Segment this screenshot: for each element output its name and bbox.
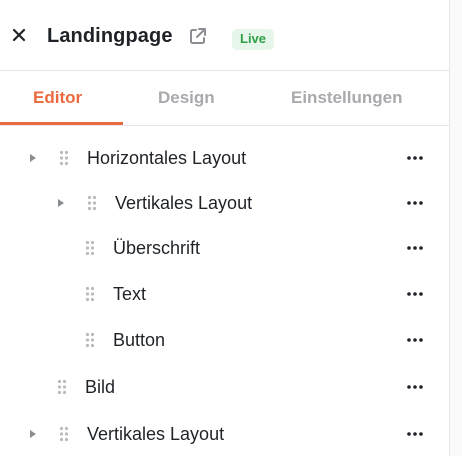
tree-item-label: Button bbox=[113, 330, 166, 350]
tree-item[interactable]: Horizontales Layout bbox=[0, 138, 449, 178]
more-options-icon[interactable] bbox=[405, 333, 425, 347]
tree-item[interactable]: Vertikales Layout bbox=[0, 414, 449, 454]
tree-item-label: Text bbox=[113, 284, 147, 304]
expand-caret-icon[interactable] bbox=[28, 152, 38, 164]
more-options-icon[interactable] bbox=[405, 380, 425, 394]
more-options-icon[interactable] bbox=[405, 151, 425, 165]
page-title: Landingpage bbox=[47, 25, 173, 47]
more-options-icon[interactable] bbox=[405, 241, 425, 255]
drag-handle-icon[interactable] bbox=[87, 195, 97, 211]
tree-item-label: Horizontales Layout bbox=[87, 148, 247, 168]
tab-einstellungen[interactable]: Einstellungen bbox=[291, 88, 402, 108]
more-options-icon[interactable] bbox=[405, 427, 425, 441]
tree-item[interactable]: Bild bbox=[0, 367, 449, 407]
open-external-button[interactable] bbox=[188, 26, 208, 46]
tree-item-label: Bild bbox=[85, 377, 116, 397]
drag-handle-icon[interactable] bbox=[59, 426, 69, 442]
tree-item[interactable]: Überschrift bbox=[0, 228, 449, 268]
drag-handle-icon[interactable] bbox=[59, 150, 69, 166]
drag-handle-icon[interactable] bbox=[85, 286, 95, 302]
panel-header: Landingpage Live bbox=[0, 0, 449, 71]
panel-edge bbox=[449, 0, 462, 456]
tab-bar: Editor Design Einstellungen bbox=[0, 71, 449, 126]
tree-item-label: Vertikales Layout bbox=[87, 424, 225, 444]
tree-item[interactable]: Text bbox=[0, 274, 449, 314]
tree-item[interactable]: Button bbox=[0, 320, 449, 360]
tree-item-label: Überschrift bbox=[113, 238, 201, 258]
drag-handle-icon[interactable] bbox=[85, 240, 95, 256]
tree-item[interactable]: Vertikales Layout bbox=[0, 183, 449, 223]
status-badge: Live bbox=[232, 29, 275, 50]
close-icon bbox=[12, 28, 26, 42]
drag-handle-icon[interactable] bbox=[57, 379, 67, 395]
expand-caret-icon[interactable] bbox=[28, 428, 38, 440]
tab-design[interactable]: Design bbox=[158, 88, 215, 108]
close-button[interactable] bbox=[8, 24, 30, 46]
editor-panel: Landingpage Live Editor Design Einstellu… bbox=[0, 0, 450, 456]
tree-item-label: Vertikales Layout bbox=[115, 193, 253, 213]
tab-editor[interactable]: Editor bbox=[33, 88, 82, 108]
more-options-icon[interactable] bbox=[405, 287, 425, 301]
expand-caret-icon[interactable] bbox=[56, 197, 66, 209]
more-options-icon[interactable] bbox=[405, 196, 425, 210]
drag-handle-icon[interactable] bbox=[85, 332, 95, 348]
external-link-icon bbox=[190, 28, 206, 44]
active-tab-indicator bbox=[0, 122, 123, 125]
